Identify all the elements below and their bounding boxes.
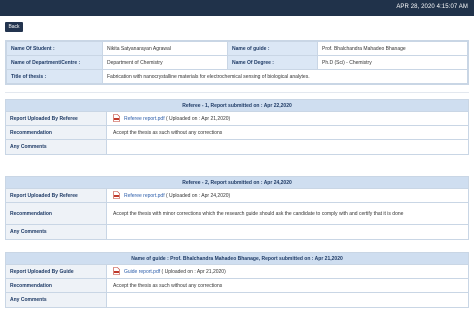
comments-value: [106, 225, 468, 239]
recommendation-value: Accept the thesis as such without any co…: [106, 126, 468, 139]
comments-label: Any Comments: [10, 297, 47, 303]
section-title: Referee - 2, Report submitted on : Apr 2…: [6, 177, 468, 189]
comments-value: [106, 293, 468, 307]
recommendation-row: Recommendation Accept the thesis with mi…: [6, 203, 468, 225]
pdf-icon[interactable]: [113, 191, 120, 199]
thesis-title-label: Title of thesis :: [6, 69, 103, 84]
student-info-panel: Name Of Student : Nikita Satyanarayan Ag…: [5, 40, 469, 85]
thesis-title-value: Fabrication with nanocrystalline materia…: [102, 69, 468, 84]
recommendation-value: Accept the thesis as such without any co…: [106, 279, 468, 292]
back-button[interactable]: Back: [5, 22, 23, 32]
report-value: Guide report.pdf ( Uploaded on : Apr 21,…: [106, 265, 468, 278]
pdf-icon[interactable]: [113, 114, 120, 122]
student-name-label: Name Of Student :: [6, 41, 103, 56]
referee-1-section: Referee - 1, Report submitted on : Apr 2…: [5, 99, 469, 155]
report-label: Report Uploaded By Guide: [10, 269, 74, 275]
report-value: Referee report.pdf ( Uploaded on : Apr 2…: [106, 112, 468, 125]
recommendation-value: Accept the thesis with minor corrections…: [106, 203, 468, 224]
recommendation-row: Recommendation Accept the thesis as such…: [6, 126, 468, 140]
comments-label: Any Comments: [10, 229, 47, 235]
pdf-icon[interactable]: [113, 267, 120, 275]
student-name-value: Nikita Satyanarayan Agrawal: [102, 41, 228, 56]
comments-value: [106, 140, 468, 154]
student-info-table: Name Of Student : Nikita Satyanarayan Ag…: [6, 41, 468, 84]
upload-date: ( Uploaded on : Apr 24,2020): [165, 193, 231, 199]
recommendation-row: Recommendation Accept the thesis as such…: [6, 279, 468, 293]
degree-value: Ph.D (Sci) - Chemistry: [317, 55, 468, 70]
recommendation-label: Recommendation: [10, 283, 52, 289]
report-value: Referee report.pdf ( Uploaded on : Apr 2…: [106, 189, 468, 202]
upload-date: ( Uploaded on : Apr 21,2020): [165, 116, 231, 122]
comments-row: Any Comments: [6, 225, 468, 239]
section-title: Referee - 1, Report submitted on : Apr 2…: [6, 100, 468, 112]
guide-name-value: Prof. Bhalchandra Mahadeo Bhanage: [317, 41, 468, 56]
referee-2-section: Referee - 2, Report submitted on : Apr 2…: [5, 176, 469, 240]
degree-label: Name Of Degree :: [227, 55, 318, 70]
report-row: Report Uploaded By Referee Referee repor…: [6, 189, 468, 203]
upload-date: ( Uploaded on : Apr 21,2020): [161, 269, 226, 275]
department-value: Department of Chemistry: [102, 55, 228, 70]
report-row: Report Uploaded By Guide Guide report.pd…: [6, 265, 468, 279]
comments-row: Any Comments: [6, 140, 468, 154]
guide-section: Name of guide : Prof. Bhalchandra Mahade…: [5, 252, 469, 308]
report-file-link[interactable]: Referee report.pdf: [124, 193, 165, 199]
report-row: Report Uploaded By Referee Referee repor…: [6, 112, 468, 126]
report-file-link[interactable]: Guide report.pdf: [124, 269, 160, 275]
recommendation-label: Recommendation: [10, 211, 52, 217]
department-label: Name of Department/Centre :: [6, 55, 103, 70]
divider: [5, 92, 469, 93]
report-label: Report Uploaded By Referee: [10, 116, 78, 122]
report-file-link[interactable]: Referee report.pdf: [124, 116, 165, 122]
top-bar: APR 28, 2020 4:15:07 AM: [0, 0, 474, 16]
section-title: Name of guide : Prof. Bhalchandra Mahade…: [6, 253, 468, 265]
datetime-display: APR 28, 2020 4:15:07 AM: [396, 4, 468, 10]
comments-row: Any Comments: [6, 293, 468, 307]
report-label: Report Uploaded By Referee: [10, 193, 78, 199]
comments-label: Any Comments: [10, 144, 47, 150]
recommendation-label: Recommendation: [10, 130, 52, 136]
guide-name-label: Name of guide :: [227, 41, 318, 56]
